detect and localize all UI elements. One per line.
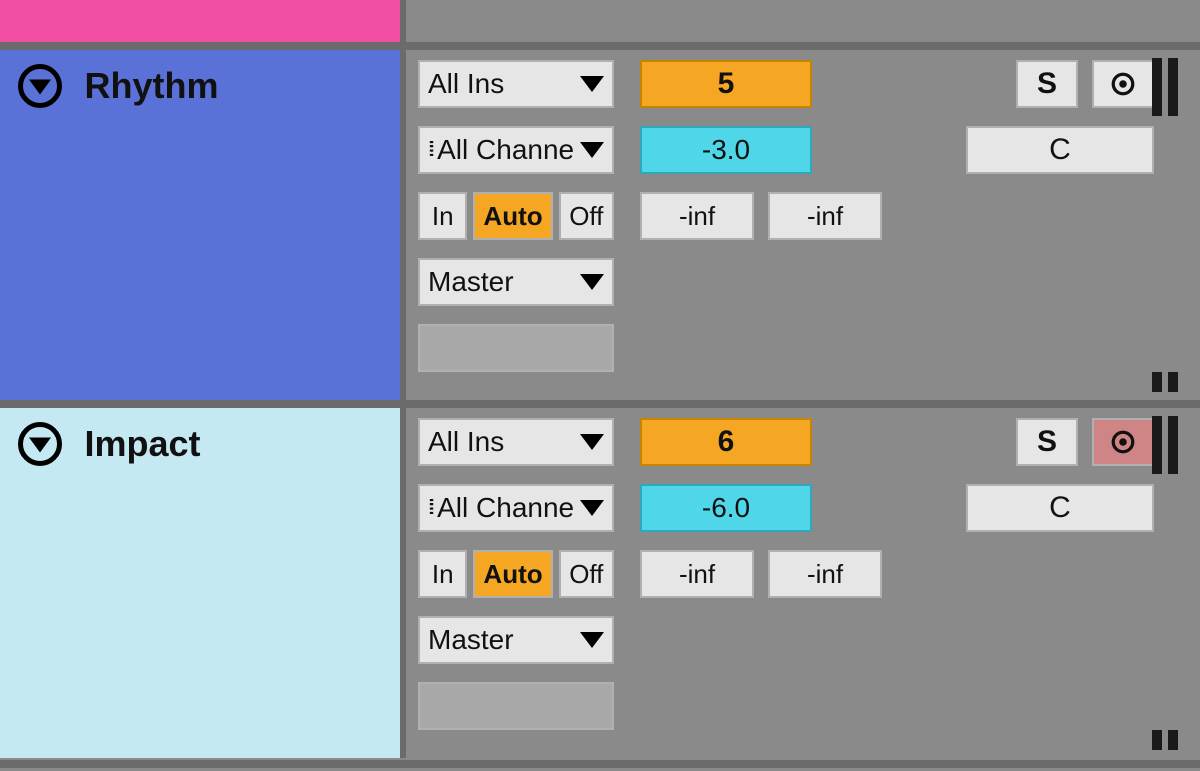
send-b-field[interactable]: -inf [768, 550, 882, 598]
midi-from-type-dropdown[interactable]: All Ins [418, 60, 614, 108]
meter-bar-icon [1152, 58, 1162, 116]
send-a-field[interactable]: -inf [640, 192, 754, 240]
solo-button[interactable]: S [1016, 418, 1078, 466]
chevron-down-icon [580, 434, 604, 450]
row-divider [0, 400, 1200, 408]
dropdown-label: Master [428, 624, 514, 656]
record-arm-button[interactable] [1092, 60, 1154, 108]
midi-from-type-dropdown[interactable]: All Ins [418, 418, 614, 466]
record-arm-button[interactable] [1092, 418, 1154, 466]
row-divider [0, 760, 1200, 768]
audio-to-channel-dropdown[interactable] [418, 682, 614, 730]
monitor-in-button[interactable]: In [418, 550, 467, 598]
chevron-down-icon [580, 76, 604, 92]
track-name-label[interactable]: Impact [84, 423, 200, 465]
monitor-auto-button[interactable]: Auto [473, 550, 552, 598]
monitor-in-button[interactable]: In [418, 192, 467, 240]
dropdown-label: All Channe [437, 492, 574, 524]
track-volume-field[interactable]: -6.0 [640, 484, 812, 532]
track-activator-button[interactable]: 6 [640, 418, 812, 466]
monitor-off-button[interactable]: Off [559, 550, 614, 598]
send-b-field[interactable]: -inf [768, 192, 882, 240]
midi-icon: ⁞⁞ [428, 497, 431, 520]
send-a-field[interactable]: -inf [640, 550, 754, 598]
fold-toggle-icon[interactable] [18, 64, 62, 108]
monitor-button-group: In Auto Off [418, 192, 614, 240]
track-activator-button[interactable]: 5 [640, 60, 812, 108]
track-row-impact: Impact All Ins ⁞⁞ All Channe In Auto Off… [0, 408, 1200, 758]
meter-bar-icon [1168, 730, 1178, 750]
monitor-auto-button[interactable]: Auto [473, 192, 552, 240]
track-name-label[interactable]: Rhythm [84, 65, 218, 107]
meter-bar-icon [1168, 372, 1178, 392]
dropdown-label: All Ins [428, 68, 504, 100]
audio-to-dropdown[interactable]: Master [418, 258, 614, 306]
meter-bar-icon [1152, 416, 1162, 474]
midi-icon: ⁞⁞ [428, 139, 431, 162]
track-header[interactable]: Rhythm [0, 50, 406, 400]
meter-bar-icon [1168, 416, 1178, 474]
track-body-previous [412, 0, 1200, 42]
track-pan-field[interactable]: C [966, 126, 1154, 174]
meter-edge [1148, 50, 1178, 400]
dropdown-label: All Ins [428, 426, 504, 458]
chevron-down-icon [580, 274, 604, 290]
midi-from-channel-dropdown[interactable]: ⁞⁞ All Channe [418, 126, 614, 174]
mixer-section: 5 S -3.0 C -inf -inf [634, 50, 1160, 400]
monitor-off-button[interactable]: Off [559, 192, 614, 240]
meter-edge [1148, 408, 1178, 758]
audio-to-channel-dropdown[interactable] [418, 324, 614, 372]
ableton-session-tracks: Rhythm All Ins ⁞⁞ All Channe In Auto Off… [0, 0, 1200, 771]
audio-to-dropdown[interactable]: Master [418, 616, 614, 664]
record-icon [1110, 71, 1136, 97]
chevron-down-icon [580, 142, 604, 158]
record-icon [1110, 429, 1136, 455]
track-header-previous[interactable] [0, 0, 406, 42]
track-header[interactable]: Impact [0, 408, 406, 758]
solo-button[interactable]: S [1016, 60, 1078, 108]
fold-toggle-icon[interactable] [18, 422, 62, 466]
track-pan-field[interactable]: C [966, 484, 1154, 532]
meter-bar-icon [1152, 730, 1162, 750]
dropdown-label: All Channe [437, 134, 574, 166]
io-section: All Ins ⁞⁞ All Channe In Auto Off Master [412, 50, 620, 400]
mixer-section: 6 S -6.0 C -inf -inf [634, 408, 1160, 758]
dropdown-label: Master [428, 266, 514, 298]
monitor-button-group: In Auto Off [418, 550, 614, 598]
chevron-down-icon [580, 632, 604, 648]
row-divider [0, 42, 1200, 50]
io-section: All Ins ⁞⁞ All Channe In Auto Off Master [412, 408, 620, 758]
meter-bar-icon [1168, 58, 1178, 116]
track-row-rhythm: Rhythm All Ins ⁞⁞ All Channe In Auto Off… [0, 50, 1200, 400]
chevron-down-icon [580, 500, 604, 516]
track-volume-field[interactable]: -3.0 [640, 126, 812, 174]
midi-from-channel-dropdown[interactable]: ⁞⁞ All Channe [418, 484, 614, 532]
meter-bar-icon [1152, 372, 1162, 392]
